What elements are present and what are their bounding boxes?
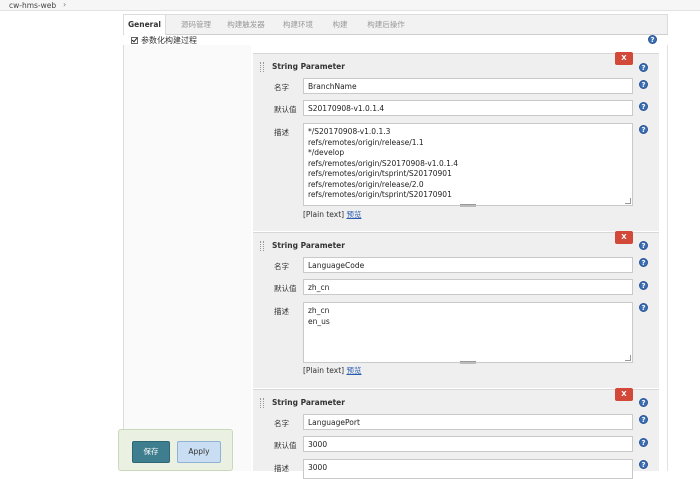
help-icon[interactable]: ? <box>639 63 648 72</box>
name-label: 名字 <box>274 419 289 428</box>
description-textarea[interactable]: */S20170908-v1.0.1.3 refs/remotes/origin… <box>303 123 633 206</box>
description-line: refs/remotes/origin/release/2.0 <box>308 179 424 189</box>
delete-parameter-button[interactable]: X <box>615 231 633 244</box>
save-button[interactable]: 保存 <box>132 441 170 463</box>
drag-handle-icon[interactable] <box>260 398 264 408</box>
help-icon[interactable]: ? <box>639 241 648 250</box>
plain-text-label: [Plain text] <box>303 210 345 219</box>
description-textarea[interactable]: 3000 <box>303 459 633 479</box>
block-title: String Parameter <box>272 398 345 407</box>
right-gutter <box>659 45 668 471</box>
help-icon[interactable]: ? <box>639 303 648 312</box>
drag-handle-icon[interactable] <box>260 241 264 251</box>
delete-parameter-button[interactable]: X <box>615 52 633 65</box>
breadcrumb: cw-hms-web › <box>0 0 700 11</box>
description-line: zh_cn <box>308 306 330 315</box>
help-icon[interactable]: ? <box>639 125 648 134</box>
default-value-input[interactable]: S20170908-v1.0.1.4 <box>303 100 633 116</box>
help-icon[interactable]: ? <box>639 415 648 424</box>
delete-parameter-button[interactable]: X <box>615 388 633 401</box>
name-label: 名字 <box>274 262 289 271</box>
description-label: 描述 <box>274 307 289 316</box>
preview-link[interactable]: 预览 <box>346 210 361 219</box>
textarea-grip[interactable] <box>460 204 476 207</box>
description-line: 3000 <box>308 463 328 472</box>
tab-build-environment[interactable]: 构建环境 <box>280 15 316 35</box>
default-value-input[interactable]: 3000 <box>303 436 633 452</box>
description-line: refs/remotes/origin/tsprint/S20170901 <box>308 169 452 178</box>
description-line: refs/remotes/origin/tsprint/S20170901 <box>308 190 452 199</box>
name-input[interactable]: BranchName <box>303 78 633 94</box>
tab-post-build[interactable]: 构建后操作 <box>364 15 408 35</box>
description-label: 描述 <box>274 464 289 473</box>
help-icon[interactable]: ? <box>639 398 648 407</box>
breadcrumb-job-link[interactable]: cw-hms-web <box>9 1 56 10</box>
resize-handle-icon[interactable] <box>625 198 631 204</box>
help-icon[interactable]: ? <box>639 438 648 447</box>
parameterized-label: 参数化构建过程 <box>141 36 197 45</box>
config-tab-bar: General 源码管理 构建触发器 构建环境 构建 构建后操作 <box>123 14 668 35</box>
tab-build-triggers[interactable]: 构建触发器 <box>224 15 268 35</box>
default-value-input[interactable]: zh_cn <box>303 279 633 295</box>
description-line: refs/remotes/origin/release/1.1 <box>308 137 424 147</box>
help-icon[interactable]: ? <box>639 102 648 111</box>
description-line: */develop <box>308 148 345 157</box>
name-input[interactable]: LanguagePort <box>303 414 633 430</box>
default-label: 默认值 <box>274 284 297 293</box>
help-icon[interactable]: ? <box>639 460 648 469</box>
default-label: 默认值 <box>274 105 297 114</box>
textarea-grip[interactable] <box>460 361 476 364</box>
description-line: en_us <box>308 316 330 326</box>
tab-source-code[interactable]: 源码管理 <box>172 15 220 35</box>
tab-general[interactable]: General <box>124 15 166 35</box>
plain-text-label: [Plain text] <box>303 366 345 375</box>
parameterized-checkbox[interactable] <box>131 37 138 44</box>
chevron-right-icon[interactable]: › <box>63 0 66 9</box>
markup-format-note: [Plain text] 预览 <box>303 209 361 220</box>
block-title: String Parameter <box>272 62 345 71</box>
help-icon[interactable]: ? <box>639 80 648 89</box>
tab-build[interactable]: 构建 <box>327 15 353 35</box>
block-title: String Parameter <box>272 241 345 250</box>
markup-format-note: [Plain text] 预览 <box>303 365 361 376</box>
description-line: */S20170908-v1.0.1.3 <box>308 127 391 136</box>
description-textarea[interactable]: zh_cn en_us <box>303 302 633 363</box>
preview-link[interactable]: 预览 <box>346 366 361 375</box>
description-label: 描述 <box>274 128 289 137</box>
resize-handle-icon[interactable] <box>625 355 631 361</box>
drag-handle-icon[interactable] <box>260 62 264 72</box>
description-line: refs/remotes/origin/S20170908-v1.0.1.4 <box>308 158 459 168</box>
default-label: 默认值 <box>274 441 297 450</box>
help-icon[interactable]: ? <box>648 35 657 44</box>
help-icon[interactable]: ? <box>639 281 648 290</box>
string-parameter-block: String Parameter X ? 名字 LanguagePort ? 默… <box>253 388 659 479</box>
left-gutter <box>123 45 251 471</box>
apply-button[interactable]: Apply <box>177 441 221 463</box>
name-input[interactable]: LanguageCode <box>303 257 633 273</box>
help-icon[interactable]: ? <box>639 258 648 267</box>
string-parameter-block: String Parameter X ? 名字 LanguageCode ? 默… <box>253 231 659 388</box>
name-label: 名字 <box>274 83 289 92</box>
string-parameter-block: String Parameter X ? 名字 BranchName ? 默认值… <box>253 52 659 231</box>
